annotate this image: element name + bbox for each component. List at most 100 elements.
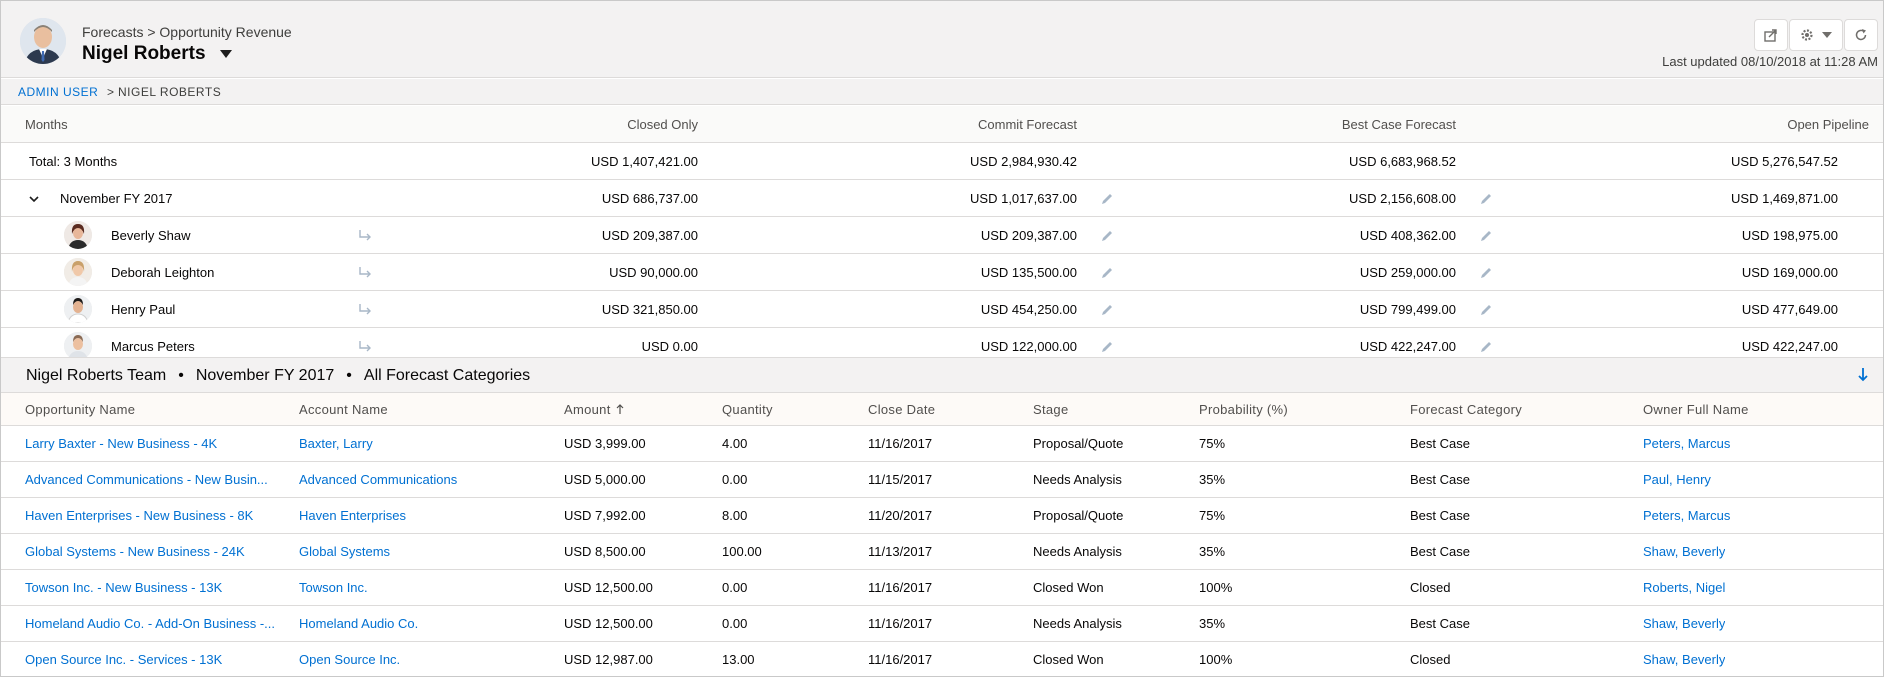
account-link[interactable]: Global Systems (299, 534, 390, 569)
opportunity-link[interactable]: Towson Inc. - New Business - 13K (25, 570, 222, 605)
period-label: November FY 2017 (60, 190, 173, 206)
pencil-icon[interactable] (1479, 340, 1493, 354)
pencil-icon[interactable] (1100, 340, 1114, 354)
pencil-icon[interactable] (1100, 229, 1114, 243)
opportunity-link[interactable]: Global Systems - New Business - 24K (25, 534, 245, 569)
user-avatar (64, 258, 92, 286)
open-pipeline-value: USD 169,000.00 (1741, 264, 1838, 280)
account-link[interactable]: Open Source Inc. (299, 642, 400, 676)
opportunity-link[interactable]: Homeland Audio Co. - Add-On Business -..… (25, 606, 275, 641)
forecast-category-value: Best Case (1410, 472, 1470, 487)
column-header-owner-full-name[interactable]: Owner Full Name (1643, 393, 1749, 425)
column-header-account-name[interactable]: Account Name (299, 393, 388, 425)
owner-link[interactable]: Shaw, Beverly (1643, 606, 1725, 641)
chevron-down-icon[interactable] (29, 194, 39, 204)
column-header-open-pipeline[interactable]: Open Pipeline (1787, 106, 1869, 142)
pencil-icon[interactable] (1100, 192, 1114, 206)
amount-value: USD 8,500.00 (564, 544, 646, 559)
column-header-quantity[interactable]: Quantity (722, 393, 773, 425)
open-pipeline-value: USD 1,469,871.00 (1731, 190, 1838, 206)
owner-link[interactable]: Paul, Henry (1643, 462, 1711, 497)
column-header-close-date[interactable]: Close Date (868, 393, 935, 425)
amount-value: USD 5,000.00 (564, 472, 646, 487)
sort-up-icon (616, 404, 624, 414)
column-header-best-case-forecast[interactable]: Best Case Forecast (1342, 106, 1456, 142)
owner-link[interactable]: Roberts, Nigel (1643, 570, 1725, 605)
stage-value: Needs Analysis (1033, 616, 1122, 631)
forecast-category-value: Closed (1410, 580, 1451, 595)
amount-value: USD 12,500.00 (564, 580, 653, 595)
person-row[interactable]: Deborah Leighton USD 90,000.00 USD 135,5… (1, 254, 1883, 291)
closed-only-value: USD 686,737.00 (601, 190, 698, 206)
account-link[interactable]: Towson Inc. (299, 570, 368, 605)
refresh-button[interactable] (1844, 19, 1878, 51)
stage-value: Needs Analysis (1033, 472, 1122, 487)
stage-value: Needs Analysis (1033, 544, 1122, 559)
account-link[interactable]: Haven Enterprises (299, 498, 406, 533)
probability-value: 75% (1199, 436, 1226, 451)
owner-link[interactable]: Peters, Marcus (1643, 426, 1730, 461)
breadcrumb-admin-user[interactable]: ADMIN USER (18, 85, 98, 99)
forecast-category-value: Best Case (1410, 508, 1470, 523)
column-header-closed-only[interactable]: Closed Only (627, 106, 698, 142)
closed-only-value: USD 0.00 (641, 338, 698, 354)
column-header-stage[interactable]: Stage (1033, 393, 1068, 425)
pencil-icon[interactable] (1100, 303, 1114, 317)
quantity-value: 100.00 (722, 544, 762, 559)
settings-menu-button[interactable] (1789, 19, 1843, 51)
pencil-icon[interactable] (1479, 266, 1493, 280)
person-name: Deborah Leighton (111, 264, 215, 280)
forecast-category-name: All Forecast Categories (363, 367, 531, 384)
header-breadcrumb: Forecasts > Opportunity Revenue (82, 24, 292, 40)
stage-value: Proposal/Quote (1033, 508, 1124, 523)
best-case-value: USD 2,156,608.00 (1349, 190, 1456, 206)
hierarchy-breadcrumb: ADMIN USER > NIGEL ROBERTS (1, 79, 1883, 105)
person-row[interactable]: Henry Paul USD 321,850.00 USD 454,250.00… (1, 291, 1883, 328)
period-row-november[interactable]: November FY 2017 USD 686,737.00 USD 1,01… (1, 180, 1883, 217)
pencil-icon[interactable] (1479, 229, 1493, 243)
owner-link[interactable]: Shaw, Beverly (1643, 642, 1725, 676)
open-pipeline-value: USD 5,276,547.52 (1731, 153, 1838, 169)
column-header-commit-forecast[interactable]: Commit Forecast (978, 106, 1077, 142)
account-link[interactable]: Advanced Communications (299, 462, 457, 497)
column-header-amount[interactable]: Amount (564, 393, 624, 425)
pencil-icon[interactable] (1479, 192, 1493, 206)
best-case-value: USD 799,499.00 (1359, 301, 1456, 317)
close-date-value: 11/13/2017 (868, 544, 933, 559)
close-date-value: 11/16/2017 (868, 652, 933, 667)
owner-link[interactable]: Peters, Marcus (1643, 498, 1730, 533)
opportunity-link[interactable]: Larry Baxter - New Business - 4K (25, 426, 217, 461)
reassign-arrow-icon[interactable] (357, 265, 373, 279)
column-header-opportunity-name[interactable]: Opportunity Name (25, 393, 135, 425)
account-link[interactable]: Baxter, Larry (299, 426, 373, 461)
last-updated-text: Last updated 08/10/2018 at 11:28 AM (1662, 54, 1878, 69)
quantity-value: 8.00 (722, 508, 748, 523)
commit-forecast-value: USD 122,000.00 (980, 338, 1077, 354)
column-header-probability[interactable]: Probability (%) (1199, 393, 1288, 425)
column-header-forecast-category[interactable]: Forecast Category (1410, 393, 1522, 425)
reassign-arrow-icon[interactable] (357, 228, 373, 242)
total-row[interactable]: Total: 3 Months USD 1,407,421.00 USD 2,9… (1, 143, 1883, 180)
reassign-arrow-icon[interactable] (357, 339, 373, 353)
breadcrumb-current: NIGEL ROBERTS (118, 85, 222, 99)
arrow-down-icon[interactable] (1857, 367, 1869, 383)
share-button[interactable] (1754, 19, 1788, 51)
opportunity-link[interactable]: Open Source Inc. - Services - 13K (25, 642, 222, 676)
forecast-summary-grid: Months Closed Only Commit Forecast Best … (1, 106, 1883, 358)
opportunity-link[interactable]: Advanced Communications - New Busin... (25, 462, 268, 497)
owner-link[interactable]: Shaw, Beverly (1643, 534, 1725, 569)
pencil-icon[interactable] (1479, 303, 1493, 317)
person-row[interactable]: Marcus Peters USD 0.00 USD 122,000.00 US… (1, 328, 1883, 357)
closed-only-value: USD 1,407,421.00 (591, 153, 698, 169)
pencil-icon[interactable] (1100, 266, 1114, 280)
person-row[interactable]: Beverly Shaw USD 209,387.00 USD 209,387.… (1, 217, 1883, 254)
best-case-value: USD 6,683,968.52 (1349, 153, 1456, 169)
reassign-arrow-icon[interactable] (357, 302, 373, 316)
owner-avatar (20, 18, 66, 64)
person-name: Henry Paul (111, 301, 176, 317)
opportunity-link[interactable]: Haven Enterprises - New Business - 8K (25, 498, 253, 533)
account-link[interactable]: Homeland Audio Co. (299, 606, 418, 641)
amount-value: USD 7,992.00 (564, 508, 646, 523)
amount-value: USD 12,500.00 (564, 616, 653, 631)
owner-selector[interactable]: Nigel Roberts (82, 43, 232, 65)
